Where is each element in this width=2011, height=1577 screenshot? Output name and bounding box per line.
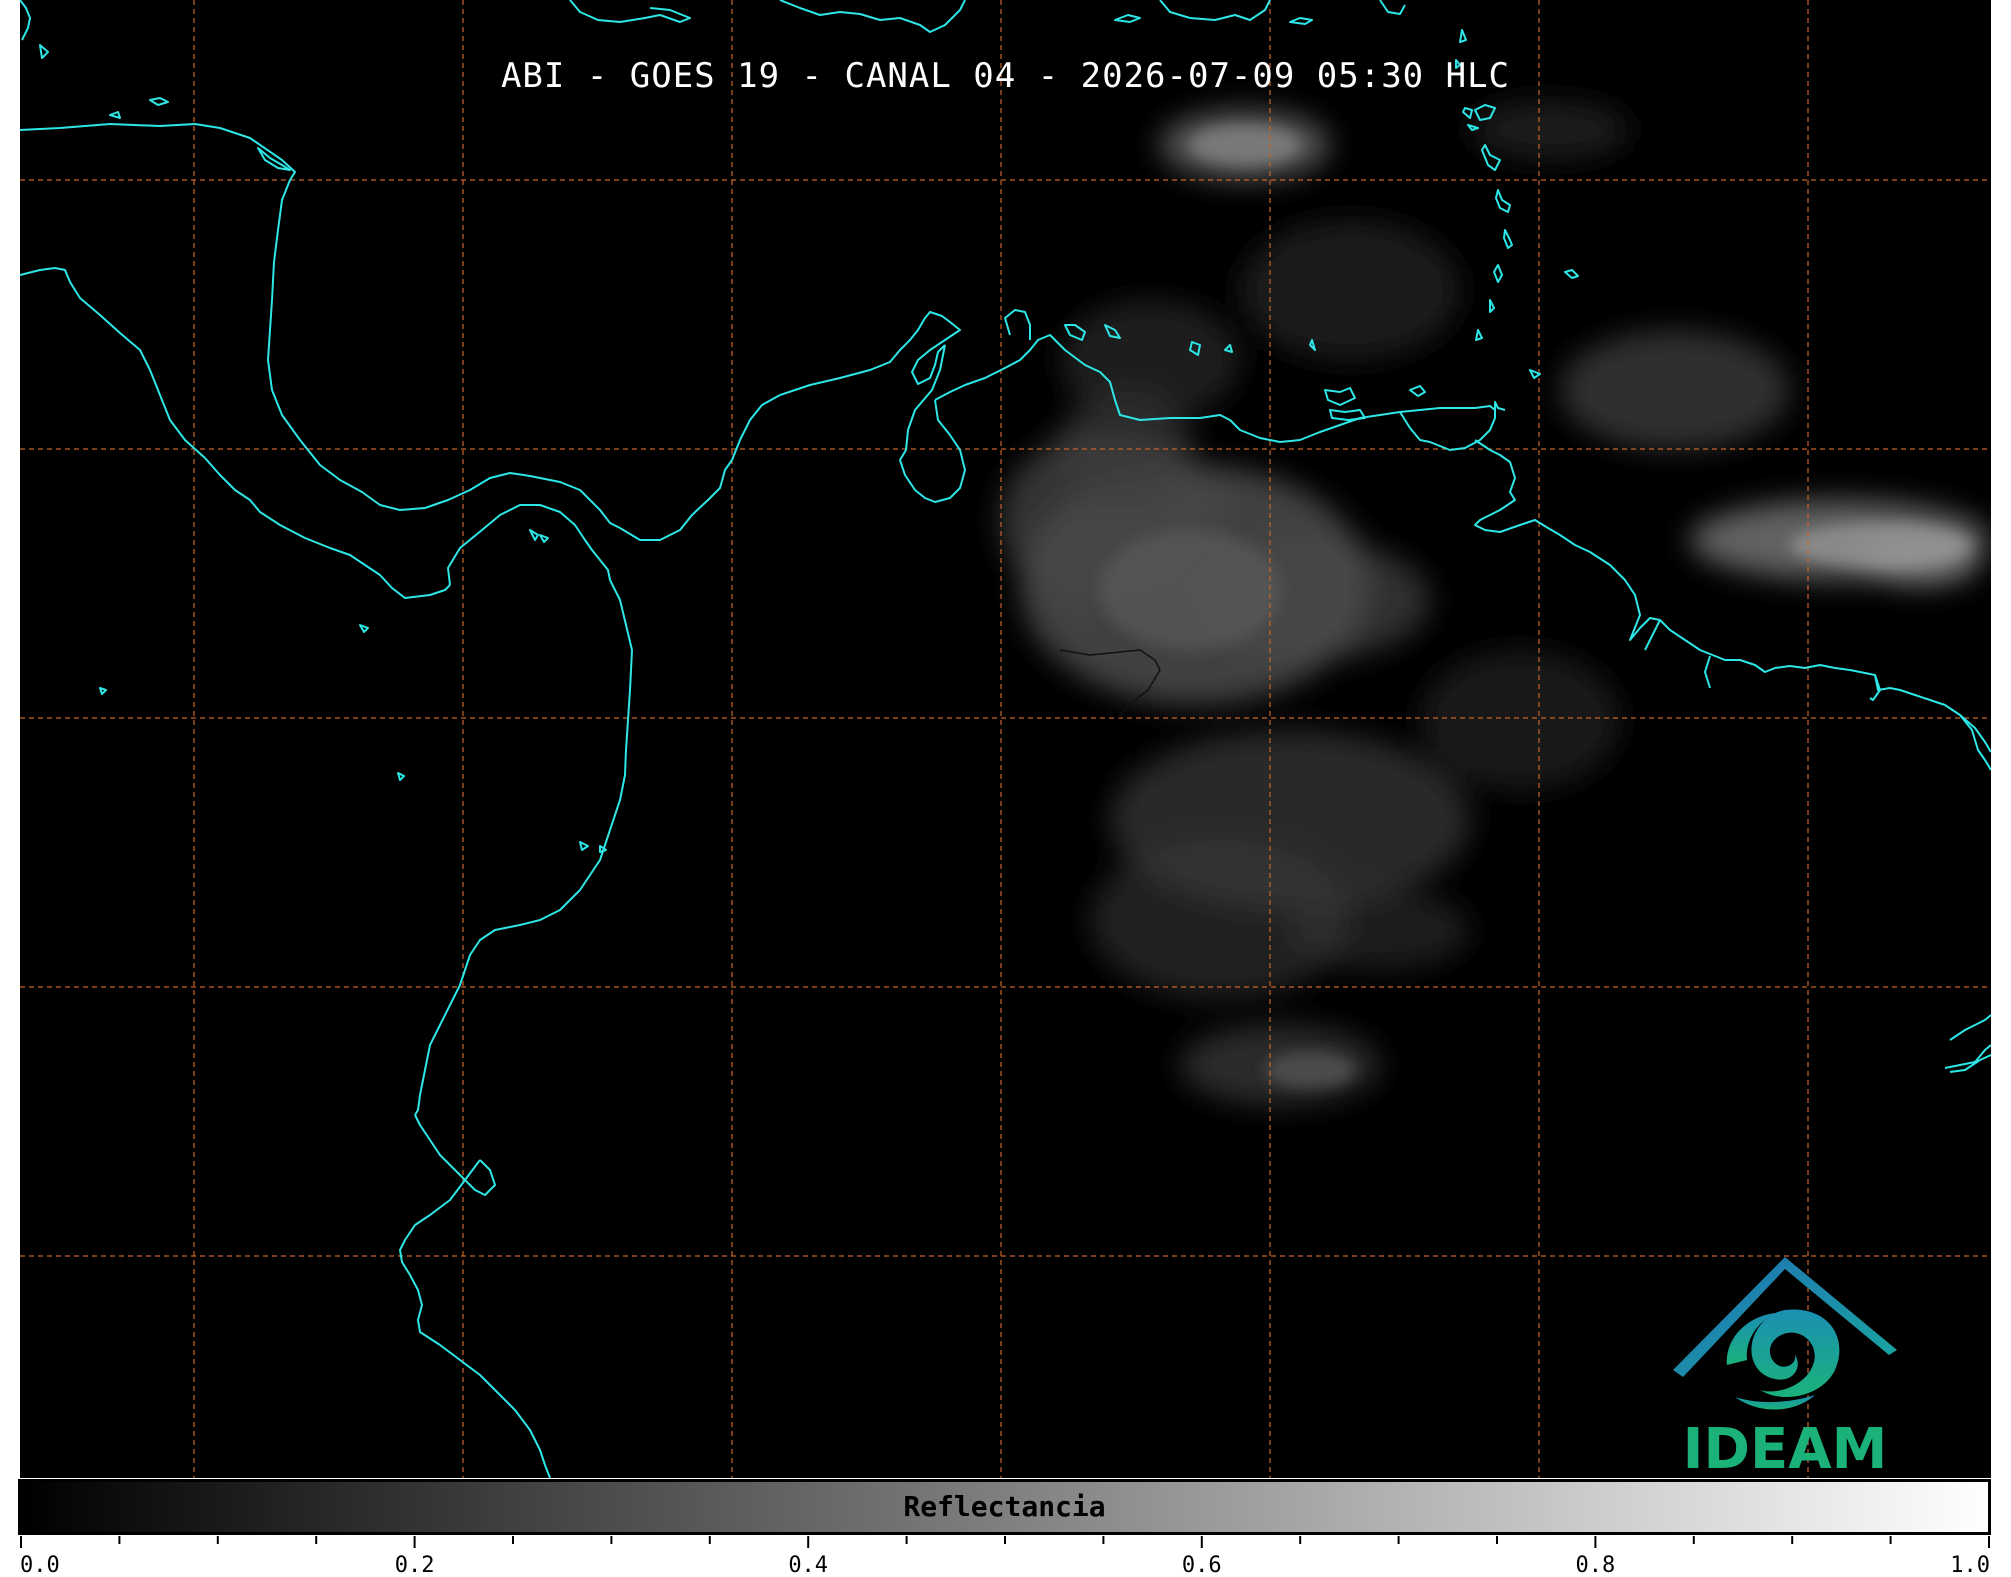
colorbar-tick-label: 0.0 <box>20 1553 60 1577</box>
colorbar-axis: 0.0 0.2 0.4 0.6 0.8 1.0 <box>20 1536 1990 1577</box>
map-title: ABI - GOES 19 - CANAL 04 - 2026-07-09 05… <box>500 56 1511 96</box>
colorbar-label: Reflectancia <box>903 1490 1106 1523</box>
satellite-map: ABI - GOES 19 - CANAL 04 - 2026-07-09 05… <box>20 0 1991 1478</box>
colorbar-tick-label: 0.6 <box>1182 1553 1222 1577</box>
ideam-logo-icon: IDEAM <box>1665 1255 1905 1478</box>
ideam-emblem-icon <box>1673 1257 1897 1410</box>
colorbar-tick-label: 0.8 <box>1576 1553 1616 1577</box>
colorbar-tick-label: 1.0 <box>1950 1553 1990 1577</box>
colorbar: Reflectancia <box>18 1479 1991 1535</box>
colorbar-tick-label: 0.4 <box>788 1553 828 1577</box>
logo-text: IDEAM <box>1682 1417 1888 1478</box>
colorbar-tick-label: 0.2 <box>395 1553 435 1577</box>
